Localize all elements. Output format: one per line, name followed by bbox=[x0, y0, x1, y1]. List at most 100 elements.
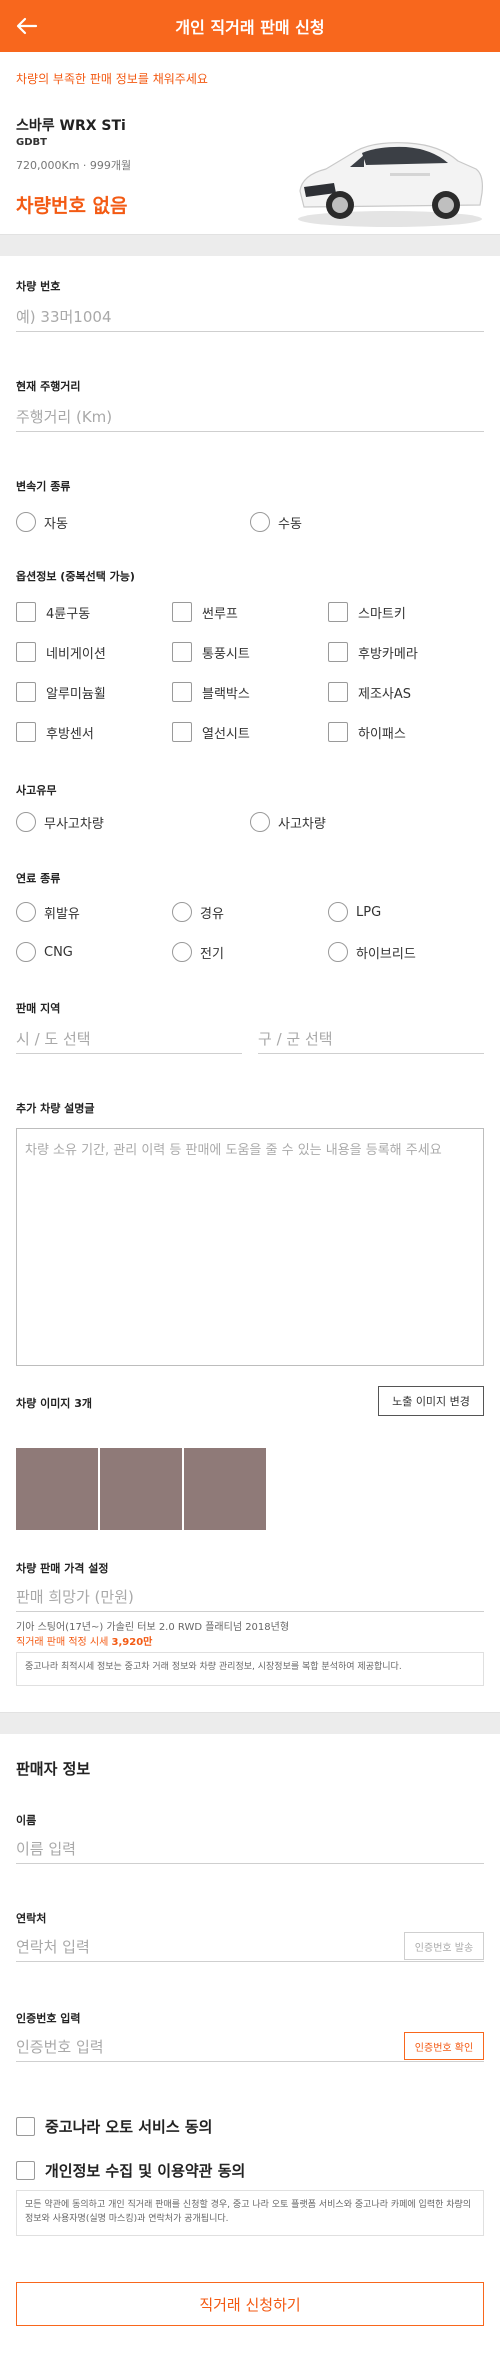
radio-button[interactable] bbox=[16, 942, 36, 962]
option-label: 후방센서 bbox=[46, 726, 94, 742]
accident-yes[interactable]: 사고차량 bbox=[250, 812, 326, 832]
plate-input[interactable]: 예) 33머1004 bbox=[16, 298, 484, 332]
radio-button[interactable] bbox=[328, 902, 348, 922]
checkbox[interactable] bbox=[172, 642, 192, 662]
back-arrow-icon[interactable] bbox=[14, 13, 40, 39]
checkbox[interactable] bbox=[16, 2117, 35, 2136]
code-label: 인증번호 입력 bbox=[16, 2012, 81, 2025]
option-label: 통풍시트 bbox=[202, 646, 250, 662]
option-item[interactable]: 후방센서 bbox=[16, 722, 94, 742]
transmission-auto[interactable]: 자동 bbox=[16, 512, 68, 532]
checkbox[interactable] bbox=[16, 722, 36, 742]
option-label: 경유 bbox=[200, 906, 224, 922]
description-wrap: 차량 소유 기간, 관리 이력 등 판매에 도움을 줄 수 있는 내용을 등록해… bbox=[0, 1128, 500, 1368]
city-select[interactable]: 시 / 도 선택 bbox=[16, 1020, 242, 1054]
checkbox[interactable] bbox=[328, 722, 348, 742]
phone-label: 연락처 bbox=[16, 1912, 47, 1925]
region-label: 판매 지역 bbox=[16, 1002, 61, 1015]
radio-button[interactable] bbox=[16, 512, 36, 532]
option-label: 하이패스 bbox=[358, 726, 406, 742]
option-item[interactable]: 썬루프 bbox=[172, 602, 238, 622]
price-info-box: 중고나라 최적시세 정보는 중고차 거래 정보와 차량 관리정보, 시장정보를 … bbox=[16, 1652, 484, 1686]
option-label: 사고차량 bbox=[278, 816, 326, 832]
price-label: 차량 판매 가격 설정 bbox=[16, 1562, 109, 1575]
checkbox[interactable] bbox=[328, 682, 348, 702]
description-label: 추가 차량 설명글 bbox=[16, 1102, 95, 1115]
checkbox[interactable] bbox=[172, 722, 192, 742]
checkbox[interactable] bbox=[16, 642, 36, 662]
transmission-manual[interactable]: 수동 bbox=[250, 512, 302, 532]
car-thumbnail[interactable] bbox=[16, 1448, 98, 1530]
district-placeholder: 구 / 군 선택 bbox=[258, 1030, 333, 1048]
option-item[interactable]: 통풍시트 bbox=[172, 642, 250, 662]
car-thumbnail[interactable] bbox=[184, 1448, 266, 1530]
car-thumbnail[interactable] bbox=[100, 1448, 182, 1530]
code-placeholder: 인증번호 입력 bbox=[16, 2038, 104, 2056]
section-divider bbox=[0, 1712, 500, 1734]
fuel-option[interactable]: LPG bbox=[328, 902, 381, 922]
option-label: 제조사AS bbox=[358, 686, 412, 702]
app-bar: 개인 직거래 판매 신청 bbox=[0, 0, 500, 52]
radio-button[interactable] bbox=[16, 902, 36, 922]
verify-code-button[interactable]: 인증번호 확인 bbox=[404, 2032, 484, 2060]
radio-button[interactable] bbox=[16, 812, 36, 832]
name-label: 이름 bbox=[16, 1814, 37, 1827]
option-item[interactable]: 후방카메라 bbox=[328, 642, 418, 662]
option-item[interactable]: 알루미늄휠 bbox=[16, 682, 106, 702]
radio-button[interactable] bbox=[172, 942, 192, 962]
recommended-value: 3,920만 bbox=[111, 1637, 153, 1648]
plate-label: 차량 번호 bbox=[16, 280, 61, 293]
seller-title: 판매자 정보 bbox=[16, 1760, 91, 1778]
fuel-option[interactable]: 하이브리드 bbox=[328, 942, 416, 962]
fuel-option[interactable]: CNG bbox=[16, 942, 73, 962]
fuel-option[interactable]: 경유 bbox=[172, 902, 224, 922]
mileage-input[interactable]: 주행거리 (Km) bbox=[16, 398, 484, 432]
option-item[interactable]: 스마트키 bbox=[328, 602, 406, 622]
price-input[interactable]: 판매 희망가 (만원) bbox=[16, 1578, 484, 1612]
option-item[interactable]: 제조사AS bbox=[328, 682, 411, 702]
checkbox[interactable] bbox=[172, 602, 192, 622]
district-select[interactable]: 구 / 군 선택 bbox=[258, 1020, 484, 1054]
change-image-button[interactable]: 노출 이미지 변경 bbox=[378, 1386, 484, 1416]
radio-button[interactable] bbox=[172, 902, 192, 922]
price-placeholder: 판매 희망가 (만원) bbox=[16, 1588, 134, 1606]
recommended-prefix: 직거래 판매 적정 시세 bbox=[16, 1637, 109, 1648]
checkbox[interactable] bbox=[328, 642, 348, 662]
checkbox[interactable] bbox=[16, 682, 36, 702]
fuel-option[interactable]: 전기 bbox=[172, 942, 224, 962]
transmission-label: 변속기 종류 bbox=[16, 480, 71, 493]
description-textarea[interactable]: 차량 소유 기간, 관리 이력 등 판매에 도움을 줄 수 있는 내용을 등록해… bbox=[16, 1128, 484, 1366]
privacy-agreement[interactable]: 개인정보 수집 및 이용약관 동의 bbox=[16, 2160, 245, 2181]
fuel-option[interactable]: 휘발유 bbox=[16, 902, 80, 922]
car-name: 스바루 WRX STi bbox=[16, 118, 126, 134]
radio-button[interactable] bbox=[250, 812, 270, 832]
option-item[interactable]: 4륜구동 bbox=[16, 602, 90, 622]
service-agreement[interactable]: 중고나라 오토 서비스 동의 bbox=[16, 2116, 212, 2137]
notice-text: 차량의 부족한 판매 정보를 채워주세요 bbox=[16, 72, 208, 86]
options-label: 옵션정보 (중복선택 가능) bbox=[16, 570, 135, 583]
plate-placeholder: 예) 33머1004 bbox=[16, 308, 112, 326]
radio-button[interactable] bbox=[250, 512, 270, 532]
submit-button[interactable]: 직거래 신청하기 bbox=[16, 2282, 484, 2326]
option-item[interactable]: 블랙박스 bbox=[172, 682, 250, 702]
option-label: 휘발유 bbox=[44, 906, 80, 922]
phone-placeholder: 연락처 입력 bbox=[16, 1938, 90, 1956]
plate-status: 차량번호 없음 bbox=[16, 195, 128, 217]
option-item[interactable]: 하이패스 bbox=[328, 722, 406, 742]
checkbox[interactable] bbox=[16, 2161, 35, 2180]
checkbox[interactable] bbox=[16, 602, 36, 622]
car-meta: 720,000Km · 999개월 bbox=[16, 159, 132, 172]
option-item[interactable]: 네비게이션 bbox=[16, 642, 106, 662]
accident-none[interactable]: 무사고차량 bbox=[16, 812, 104, 832]
car-image bbox=[298, 142, 483, 227]
send-code-button[interactable]: 인증번호 발송 bbox=[404, 1932, 484, 1960]
checkbox[interactable] bbox=[172, 682, 192, 702]
name-placeholder: 이름 입력 bbox=[16, 1840, 76, 1858]
radio-button[interactable] bbox=[328, 942, 348, 962]
checkbox[interactable] bbox=[328, 602, 348, 622]
option-label: CNG bbox=[44, 944, 73, 960]
name-input[interactable]: 이름 입력 bbox=[16, 1830, 484, 1864]
option-label: 무사고차량 bbox=[44, 816, 104, 832]
fuel-label: 연료 종류 bbox=[16, 872, 61, 885]
option-item[interactable]: 열선시트 bbox=[172, 722, 250, 742]
